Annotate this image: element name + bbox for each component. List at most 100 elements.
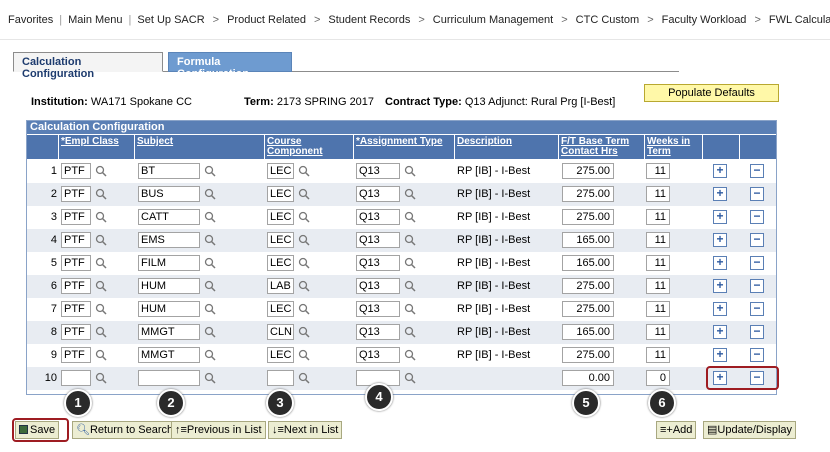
- empl-class-input[interactable]: PTF: [61, 324, 91, 340]
- col-head-empl-class[interactable]: *Empl Class: [59, 135, 135, 159]
- base-term-hrs-input[interactable]: 275.00: [562, 278, 614, 294]
- course-component-lookup-icon[interactable]: [298, 188, 310, 200]
- empl-class-input[interactable]: PTF: [61, 209, 91, 225]
- empl-class-input[interactable]: PTF: [61, 278, 91, 294]
- base-term-hrs-input[interactable]: 275.00: [562, 347, 614, 363]
- course-component-input[interactable]: LAB: [267, 278, 294, 294]
- empl-class-input[interactable]: [61, 370, 91, 386]
- course-component-lookup-icon[interactable]: [298, 257, 310, 269]
- subject-input[interactable]: EMS: [138, 232, 200, 248]
- base-term-hrs-input[interactable]: 275.00: [562, 209, 614, 225]
- add-row-icon[interactable]: +: [713, 348, 727, 362]
- nav-item[interactable]: FWL Calcula: [769, 14, 830, 26]
- nav-item[interactable]: Student Records: [328, 14, 410, 26]
- base-term-hrs-input[interactable]: 165.00: [562, 232, 614, 248]
- subject-lookup-icon[interactable]: [204, 280, 216, 292]
- assignment-type-lookup-icon[interactable]: [404, 372, 416, 384]
- add-row-icon[interactable]: +: [713, 164, 727, 178]
- assignment-type-lookup-icon[interactable]: [404, 188, 416, 200]
- subject-lookup-icon[interactable]: [204, 257, 216, 269]
- empl-class-lookup-icon[interactable]: [95, 188, 107, 200]
- assignment-type-input[interactable]: Q13: [356, 232, 400, 248]
- course-component-input[interactable]: LEC: [267, 301, 294, 317]
- assignment-type-input[interactable]: Q13: [356, 347, 400, 363]
- empl-class-lookup-icon[interactable]: [95, 326, 107, 338]
- assignment-type-input[interactable]: Q13: [356, 186, 400, 202]
- col-head-base-term-hrs[interactable]: F/T Base Term Contact Hrs: [559, 135, 645, 159]
- delete-row-icon[interactable]: −: [750, 348, 764, 362]
- assignment-type-input[interactable]: Q13: [356, 301, 400, 317]
- delete-row-icon[interactable]: −: [750, 187, 764, 201]
- nav-item[interactable]: Main Menu: [68, 14, 122, 26]
- assignment-type-input[interactable]: Q13: [356, 209, 400, 225]
- assignment-type-lookup-icon[interactable]: [404, 257, 416, 269]
- delete-row-icon[interactable]: −: [750, 325, 764, 339]
- col-head-course-component[interactable]: Course Component: [265, 135, 354, 159]
- subject-input[interactable]: HUM: [138, 278, 200, 294]
- delete-row-icon[interactable]: −: [750, 256, 764, 270]
- course-component-lookup-icon[interactable]: [298, 234, 310, 246]
- update-display-button[interactable]: ▤Update/Display: [703, 421, 796, 439]
- col-head-description[interactable]: Description: [455, 135, 559, 159]
- delete-row-icon[interactable]: −: [750, 164, 764, 178]
- base-term-hrs-input[interactable]: 275.00: [562, 163, 614, 179]
- weeks-in-term-input[interactable]: 11: [646, 301, 670, 317]
- delete-row-icon[interactable]: −: [750, 302, 764, 316]
- empl-class-lookup-icon[interactable]: [95, 349, 107, 361]
- add-button[interactable]: ≡+Add: [656, 421, 697, 439]
- course-component-input[interactable]: LEC: [267, 209, 294, 225]
- weeks-in-term-input[interactable]: 11: [646, 278, 670, 294]
- base-term-hrs-input[interactable]: 275.00: [562, 301, 614, 317]
- empl-class-input[interactable]: PTF: [61, 186, 91, 202]
- weeks-in-term-input[interactable]: 11: [646, 163, 670, 179]
- subject-input[interactable]: MMGT: [138, 324, 200, 340]
- col-head-subject[interactable]: Subject: [135, 135, 265, 159]
- subject-lookup-icon[interactable]: [204, 349, 216, 361]
- assignment-type-input[interactable]: Q13: [356, 324, 400, 340]
- course-component-lookup-icon[interactable]: [298, 165, 310, 177]
- nav-item[interactable]: Product Related: [227, 14, 306, 26]
- assignment-type-lookup-icon[interactable]: [404, 234, 416, 246]
- nav-item[interactable]: CTC Custom: [576, 14, 640, 26]
- empl-class-input[interactable]: PTF: [61, 255, 91, 271]
- subject-input[interactable]: BT: [138, 163, 200, 179]
- col-head-assignment-type[interactable]: *Assignment Type: [354, 135, 455, 159]
- save-button[interactable]: Save: [15, 421, 60, 439]
- course-component-lookup-icon[interactable]: [298, 349, 310, 361]
- nav-item[interactable]: Favorites: [8, 14, 53, 26]
- subject-lookup-icon[interactable]: [204, 165, 216, 177]
- assignment-type-lookup-icon[interactable]: [404, 349, 416, 361]
- subject-input[interactable]: BUS: [138, 186, 200, 202]
- subject-lookup-icon[interactable]: [204, 372, 216, 384]
- weeks-in-term-input[interactable]: 11: [646, 186, 670, 202]
- delete-row-icon[interactable]: −: [750, 279, 764, 293]
- subject-input[interactable]: [138, 370, 200, 386]
- course-component-lookup-icon[interactable]: [298, 372, 310, 384]
- subject-lookup-icon[interactable]: [204, 326, 216, 338]
- add-row-icon[interactable]: +: [713, 302, 727, 316]
- base-term-hrs-input[interactable]: 275.00: [562, 186, 614, 202]
- delete-row-icon[interactable]: −: [750, 210, 764, 224]
- empl-class-input[interactable]: PTF: [61, 347, 91, 363]
- course-component-input[interactable]: LEC: [267, 232, 294, 248]
- base-term-hrs-input[interactable]: 165.00: [562, 255, 614, 271]
- add-row-icon[interactable]: +: [713, 279, 727, 293]
- col-head-weeks-in-term[interactable]: Weeks in Term: [645, 135, 703, 159]
- empl-class-lookup-icon[interactable]: [95, 303, 107, 315]
- course-component-input[interactable]: LEC: [267, 347, 294, 363]
- course-component-lookup-icon[interactable]: [298, 280, 310, 292]
- assignment-type-lookup-icon[interactable]: [404, 303, 416, 315]
- empl-class-lookup-icon[interactable]: [95, 372, 107, 384]
- tab-calculation-configuration[interactable]: Calculation Configuration: [13, 52, 163, 80]
- nav-item[interactable]: Faculty Workload: [662, 14, 747, 26]
- course-component-lookup-icon[interactable]: [298, 303, 310, 315]
- subject-input[interactable]: CATT: [138, 209, 200, 225]
- empl-class-lookup-icon[interactable]: [95, 234, 107, 246]
- subject-lookup-icon[interactable]: [204, 211, 216, 223]
- subject-lookup-icon[interactable]: [204, 234, 216, 246]
- weeks-in-term-input[interactable]: 0: [646, 370, 670, 386]
- base-term-hrs-input[interactable]: 165.00: [562, 324, 614, 340]
- course-component-input[interactable]: LEC: [267, 255, 294, 271]
- add-row-icon[interactable]: +: [713, 210, 727, 224]
- course-component-input[interactable]: LEC: [267, 186, 294, 202]
